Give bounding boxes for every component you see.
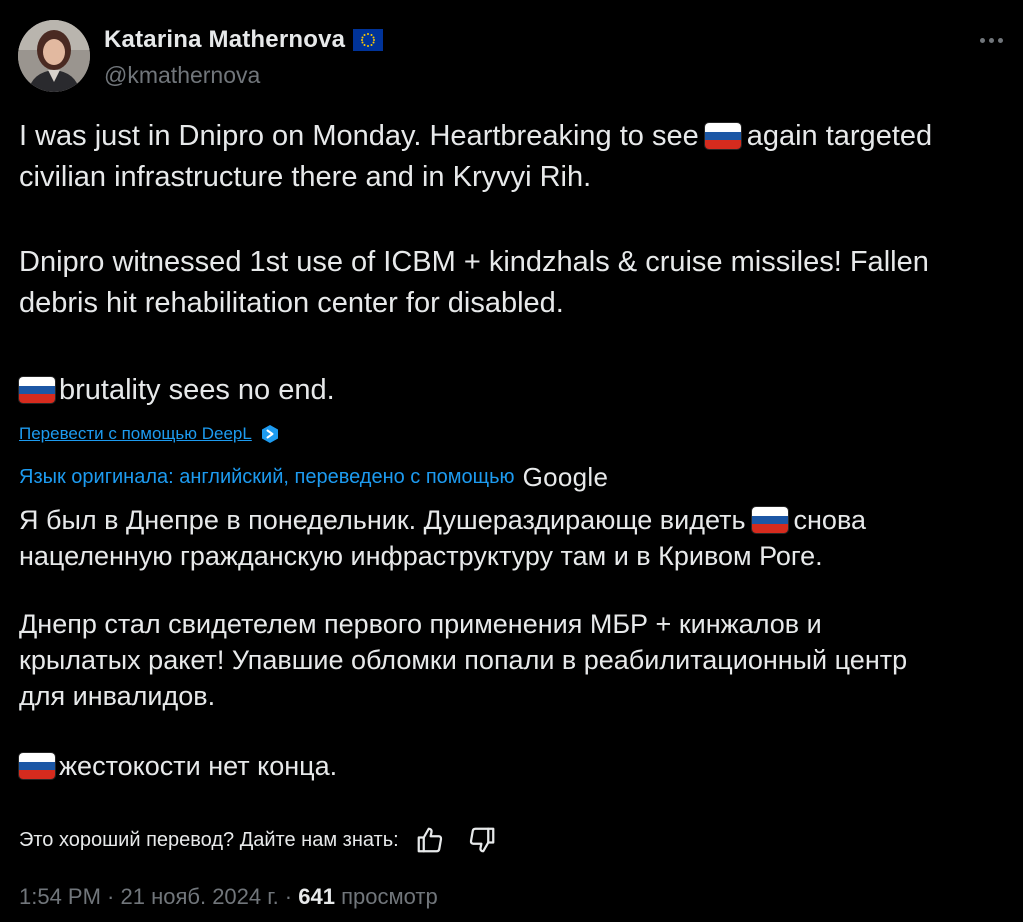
thumbs-up-icon[interactable] — [415, 825, 445, 855]
russia-flag-icon — [19, 377, 55, 403]
tweet-text: Dnipro witnessed 1st use of ICBM + kindz… — [19, 246, 929, 278]
translated-text: Днепр стал свидетелем первого применения… — [19, 609, 822, 639]
thumbs-down-icon[interactable] — [467, 825, 497, 855]
translation-info: Язык оригинала: английский, переведено с… — [19, 462, 608, 493]
feedback-question: Это хороший перевод? Дайте нам знать: — [19, 828, 399, 851]
tweet-text: civilian infrastructure there and in Kry… — [19, 161, 592, 193]
translated-text: нацеленную гражданскую инфраструктуру та… — [19, 541, 823, 571]
author-handle[interactable]: @kmathernova — [104, 62, 260, 89]
eu-flag-icon — [353, 29, 384, 51]
translated-text: для инвалидов. — [19, 681, 216, 711]
translated-text: снова — [793, 505, 866, 535]
tweet-timestamp[interactable]: 1:54 PM · 21 нояб. 2024 г. · — [19, 884, 292, 909]
translated-text: крылатых ракет! Упавшие обломки попали в… — [19, 645, 908, 675]
tweet-paragraph-2: Dnipro witnessed 1st use of ICBM + kindz… — [19, 242, 1009, 324]
translated-text: Я был в Днепре в понедельник. Душераздир… — [19, 505, 746, 535]
tweet-paragraph-3: brutality sees no end. — [19, 370, 1009, 411]
translation-feedback: Это хороший перевод? Дайте нам знать: — [19, 825, 497, 855]
author-name[interactable]: Katarina Mathernova — [104, 26, 345, 54]
tweet-text: again targeted — [746, 120, 933, 152]
tweet-text: debris hit rehabilitation center for dis… — [19, 287, 564, 319]
deepl-icon — [260, 424, 280, 444]
translate-link-label[interactable]: Перевести с помощью DeepL — [19, 424, 252, 444]
tweet-paragraph-1: I was just in Dnipro on Monday. Heartbre… — [19, 116, 1009, 198]
author-name-row: Katarina Mathernova — [104, 26, 384, 54]
google-logo: Google — [522, 462, 609, 492]
tweet-text: I was just in Dnipro on Monday. Heartbre… — [19, 120, 699, 152]
views-count: 641 — [298, 884, 335, 909]
translated-paragraph-2: Днепр стал свидетелем первого применения… — [19, 606, 1009, 714]
tweet-text: brutality sees no end. — [59, 374, 335, 406]
tweet-meta: 1:54 PM · 21 нояб. 2024 г. · 641 просмот… — [19, 884, 438, 910]
russia-flag-icon — [19, 753, 55, 779]
views-label: просмотр — [341, 884, 438, 909]
translated-paragraph-1: Я был в Днепре в понедельник. Душераздир… — [19, 502, 1009, 574]
more-options-icon[interactable] — [973, 26, 1009, 54]
translation-info-label: Язык оригинала: английский, переведено с… — [19, 466, 515, 488]
avatar[interactable] — [18, 20, 90, 92]
translated-paragraph-3: жестокости нет конца. — [19, 748, 1009, 784]
translate-deepl-link[interactable]: Перевести с помощью DeepL — [19, 424, 280, 444]
russia-flag-icon — [751, 507, 788, 533]
translated-text: жестокости нет конца. — [59, 751, 338, 781]
russia-flag-icon — [704, 123, 741, 149]
